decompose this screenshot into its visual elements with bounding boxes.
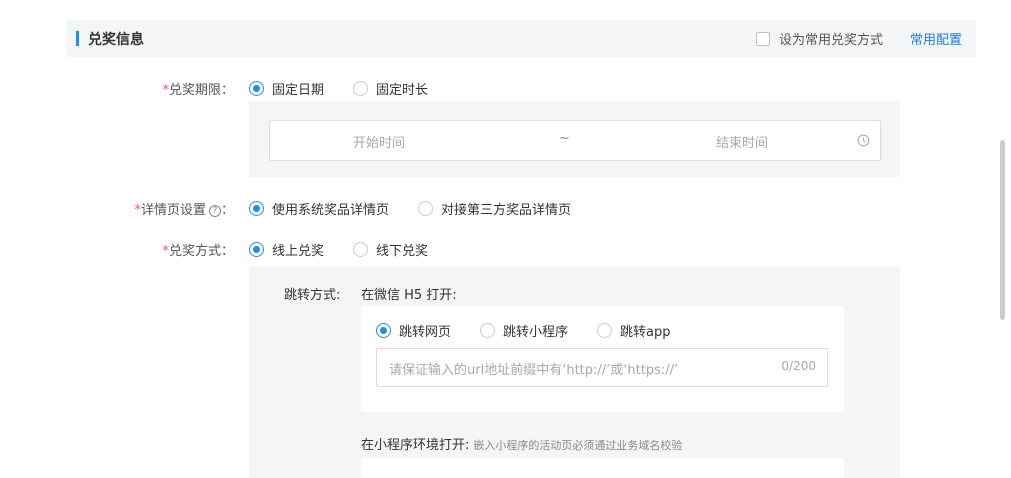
url-input[interactable]: 请保证输入的url地址前缀中有‘http://’或‘https://’ 0/20… bbox=[376, 348, 828, 387]
set-default-label: 设为常用兑奖方式 bbox=[779, 33, 884, 48]
jump-option-app[interactable]: 跳转app bbox=[597, 321, 671, 340]
option-label: 固定日期 bbox=[272, 83, 325, 98]
period-option-fixed-duration[interactable]: 固定时长 bbox=[353, 79, 428, 98]
option-label: 使用系统奖品详情页 bbox=[272, 203, 390, 218]
option-label: 固定时长 bbox=[376, 83, 429, 98]
date-range-picker[interactable]: 开始时间 ~ 结束时间 bbox=[269, 120, 881, 161]
date-separator: ~ bbox=[559, 131, 570, 146]
detail-label: *详情页设置?： bbox=[120, 199, 234, 218]
jump-method-label: 跳转方式: bbox=[284, 288, 341, 303]
radio-icon[interactable] bbox=[597, 323, 613, 338]
miniprogram-env-label: 在小程序环境打开: 嵌入小程序的活动页必须通过业务域名校验 bbox=[361, 434, 682, 453]
option-label: 线下兑奖 bbox=[376, 244, 429, 259]
radio-icon[interactable] bbox=[418, 201, 434, 216]
miniprogram-env-title: 在小程序环境打开: bbox=[361, 438, 470, 453]
period-radio-group: 固定日期 固定时长 bbox=[249, 79, 428, 98]
detail-option-third-party[interactable]: 对接第三方奖品详情页 bbox=[418, 199, 571, 218]
method-radio-group: 线上兑奖 线下兑奖 bbox=[249, 240, 428, 259]
redeem-config-panel: 跳转方式: 在微信 H5 打开: 跳转网页 跳转小程序 跳转app 请保证输入的… bbox=[249, 266, 900, 478]
option-label: 跳转app bbox=[620, 325, 671, 340]
jump-option-webpage[interactable]: 跳转网页 bbox=[376, 321, 451, 340]
checkbox-icon[interactable] bbox=[756, 31, 770, 46]
detail-radio-group: 使用系统奖品详情页 对接第三方奖品详情页 bbox=[249, 199, 571, 218]
clock-icon bbox=[857, 134, 870, 147]
detail-colon: ： bbox=[220, 203, 234, 218]
end-time-input[interactable]: 结束时间 bbox=[716, 132, 768, 151]
jump-radio-group: 跳转网页 跳转小程序 跳转app bbox=[376, 321, 671, 340]
method-label-text: 兑奖方式： bbox=[168, 244, 234, 259]
detail-label-text: 详情页设置 bbox=[140, 203, 206, 218]
help-icon[interactable]: ? bbox=[208, 204, 221, 217]
date-range-panel: 开始时间 ~ 结束时间 bbox=[249, 101, 900, 177]
wechat-h5-label: 在微信 H5 打开: bbox=[361, 288, 457, 303]
option-label: 对接第三方奖品详情页 bbox=[441, 203, 572, 218]
set-default-checkbox[interactable]: 设为常用兑奖方式 bbox=[756, 29, 883, 48]
period-option-fixed-date[interactable]: 固定日期 bbox=[249, 79, 324, 98]
option-label: 跳转小程序 bbox=[503, 325, 569, 340]
section-accent-bar bbox=[76, 31, 79, 46]
option-label: 线上兑奖 bbox=[272, 244, 325, 259]
detail-option-system[interactable]: 使用系统奖品详情页 bbox=[249, 199, 389, 218]
start-time-input[interactable]: 开始时间 bbox=[353, 132, 405, 151]
radio-checked-icon[interactable] bbox=[249, 201, 264, 216]
method-option-online[interactable]: 线上兑奖 bbox=[249, 240, 324, 259]
radio-checked-icon[interactable] bbox=[376, 323, 391, 338]
option-label: 跳转网页 bbox=[399, 325, 452, 340]
url-placeholder: 请保证输入的url地址前缀中有‘http://’或‘https://’ bbox=[389, 363, 679, 378]
radio-icon[interactable] bbox=[480, 323, 496, 338]
radio-checked-icon[interactable] bbox=[249, 81, 264, 96]
method-label: *兑奖方式： bbox=[150, 240, 234, 259]
wechat-jump-box: 跳转网页 跳转小程序 跳转app 请保证输入的url地址前缀中有‘http://… bbox=[361, 306, 844, 412]
period-label-text: 兑奖期限： bbox=[168, 83, 234, 98]
vertical-scrollbar[interactable] bbox=[1000, 140, 1005, 320]
section-header: 兑奖信息 设为常用兑奖方式 常用配置 bbox=[66, 20, 976, 57]
jump-option-miniprogram[interactable]: 跳转小程序 bbox=[480, 321, 568, 340]
section-title: 兑奖信息 bbox=[88, 32, 144, 48]
miniprogram-config-box bbox=[361, 458, 844, 478]
url-char-count: 0/200 bbox=[781, 359, 816, 373]
radio-checked-icon[interactable] bbox=[249, 242, 264, 257]
radio-icon[interactable] bbox=[353, 242, 369, 257]
common-config-link[interactable]: 常用配置 bbox=[910, 29, 962, 48]
period-label: *兑奖期限： bbox=[150, 79, 234, 98]
method-option-offline[interactable]: 线下兑奖 bbox=[353, 240, 428, 259]
radio-icon[interactable] bbox=[353, 81, 369, 96]
miniprogram-env-hint: 嵌入小程序的活动页必须通过业务域名校验 bbox=[473, 439, 683, 452]
prize-redeem-form: 兑奖信息 设为常用兑奖方式 常用配置 *兑奖期限： 固定日期 固定时长 开始时间… bbox=[0, 0, 1011, 478]
